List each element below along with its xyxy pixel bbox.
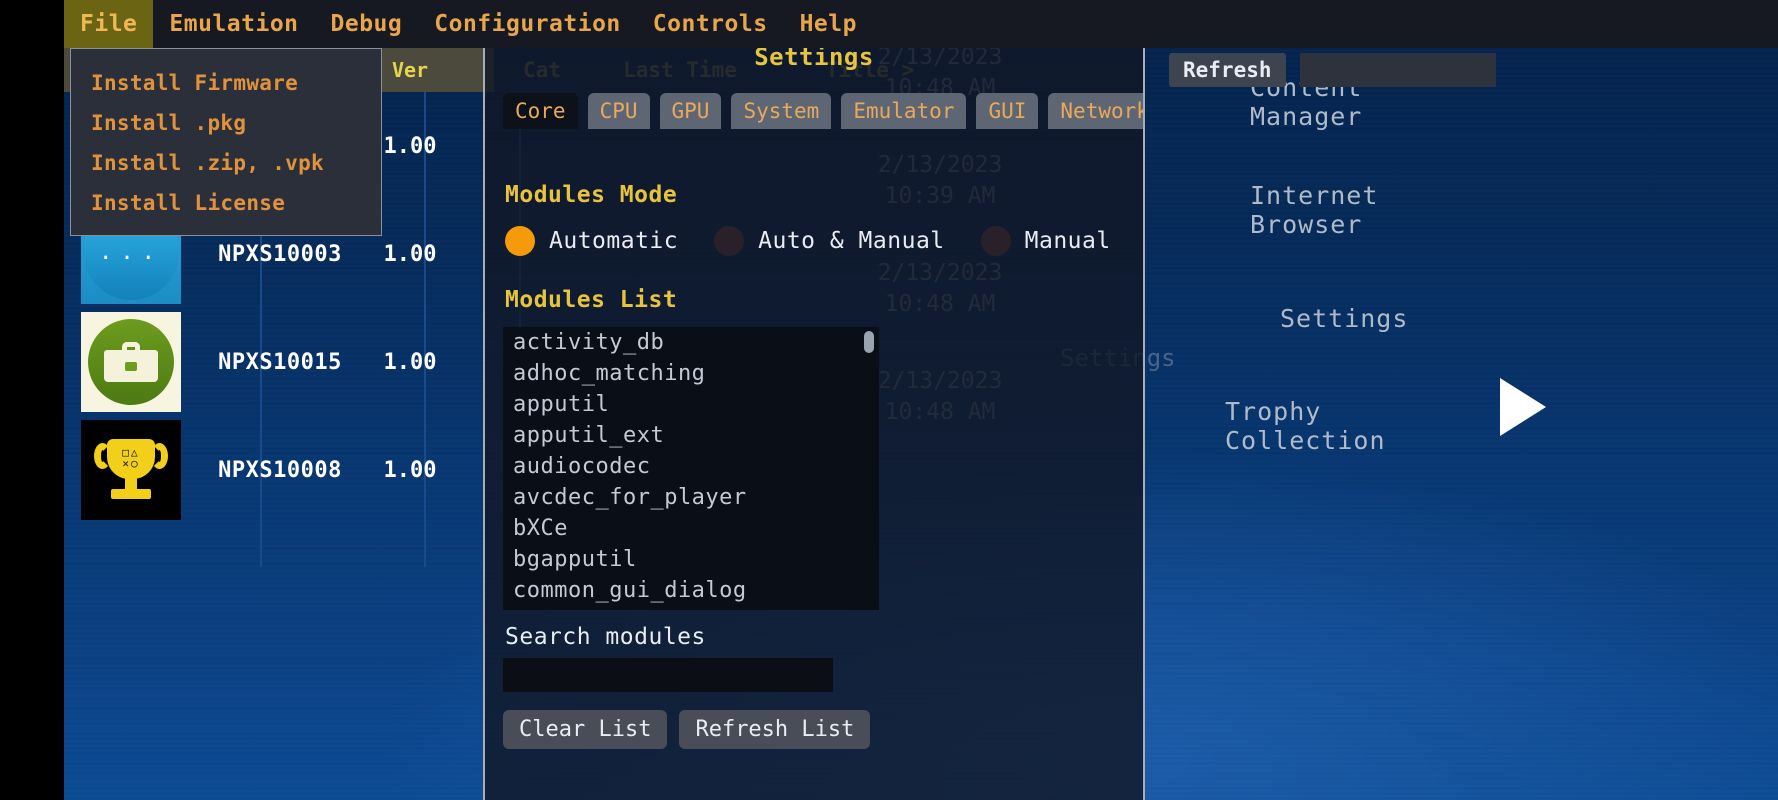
menu-emulation[interactable]: Emulation [153, 0, 314, 48]
modules-mode-radiogroup[interactable]: Automatic Auto & Manual Manual [505, 226, 1143, 256]
right-toolbar: Refresh [1145, 48, 1778, 92]
list-item[interactable]: adhoc_matching [503, 358, 879, 389]
tab-gpu[interactable]: GPU [659, 93, 722, 129]
settings-toolbox-icon [81, 312, 181, 412]
tab-emulator[interactable]: Emulator [841, 93, 967, 129]
game-title-id: NPXS10003 [218, 241, 342, 267]
menu-file[interactable]: File [64, 0, 154, 48]
game-version: 1.00 [383, 457, 437, 483]
radio-dot-icon [980, 226, 1011, 256]
modules-list[interactable]: activity_db adhoc_matching apputil apput… [503, 327, 879, 610]
tab-cpu[interactable]: CPU [587, 93, 650, 129]
letterbox-left [0, 0, 64, 800]
table-row[interactable]: □△ ✕○ NPXS10008 1.00 [64, 416, 494, 524]
radio-dot-icon [505, 226, 535, 256]
game-icon-cell[interactable] [64, 312, 198, 412]
menu-item-install-pkg[interactable]: Install .pkg [71, 103, 381, 143]
list-item[interactable]: audiocodec [503, 451, 879, 482]
radio-manual[interactable]: Manual [980, 226, 1111, 256]
list-item[interactable]: avcdec_for_player [503, 482, 879, 513]
game-search-input[interactable] [1299, 53, 1496, 87]
modules-list-label: Modules List [505, 287, 678, 313]
clear-list-button[interactable]: Clear List [503, 710, 668, 749]
list-item[interactable]: activity_db [503, 327, 879, 358]
list-item[interactable]: apputil [503, 389, 879, 420]
menubar[interactable]: File Emulation Debug Configuration Contr… [64, 0, 1778, 48]
modules-list-scrollbar[interactable] [863, 327, 875, 610]
tab-system[interactable]: System [731, 93, 832, 129]
game-title-id: NPXS10008 [218, 457, 342, 483]
game-version: 1.00 [383, 241, 437, 267]
search-modules-label: Search modules [505, 624, 706, 650]
menu-configuration[interactable]: Configuration [418, 0, 637, 48]
modules-mode-label: Modules Mode [505, 182, 678, 208]
list-item[interactable]: bXCe [503, 513, 879, 544]
radio-label: Automatic [549, 228, 679, 254]
refresh-list-button[interactable]: Refresh List [679, 710, 871, 749]
refresh-button[interactable]: Refresh [1169, 53, 1286, 87]
scrollbar-thumb[interactable] [864, 331, 874, 353]
settings-tabs[interactable]: Core CPU GPU System Emulator GUI Network [503, 93, 1143, 129]
radio-label: Auto & Manual [758, 228, 945, 254]
menu-debug[interactable]: Debug [315, 0, 419, 48]
trophy-icon: □△ ✕○ [81, 420, 181, 520]
menu-controls[interactable]: Controls [637, 0, 784, 48]
radio-label: Manual [1024, 228, 1111, 254]
menu-item-install-license[interactable]: Install License [71, 183, 381, 223]
file-menu-dropdown[interactable]: Install Firmware Install .pkg Install .z… [70, 48, 382, 236]
radio-auto-and-manual[interactable]: Auto & Manual [714, 226, 945, 256]
table-row[interactable]: NPXS10015 1.00 [64, 308, 494, 416]
tab-network[interactable]: Network [1048, 93, 1143, 129]
play-arrow-icon[interactable] [1500, 378, 1546, 436]
menu-item-install-zip-vpk[interactable]: Install .zip, .vpk [71, 143, 381, 183]
game-version: 1.00 [383, 349, 437, 375]
settings-dialog[interactable]: Settings Core CPU GPU System Emulator GU… [483, 44, 1145, 800]
list-item[interactable]: common_gui_dialog [503, 575, 879, 606]
settings-title: Settings [754, 44, 874, 71]
search-modules-input[interactable] [503, 658, 833, 692]
game-title-id: NPXS10015 [218, 349, 342, 375]
list-item[interactable]: bgapputil [503, 544, 879, 575]
tab-gui[interactable]: GUI [976, 93, 1039, 129]
radio-dot-icon [714, 226, 745, 256]
game-icon-cell[interactable]: □△ ✕○ [64, 420, 198, 520]
menu-help[interactable]: Help [784, 0, 873, 48]
list-item[interactable]: apputil_ext [503, 420, 879, 451]
settings-button-row[interactable]: Clear List Refresh List [503, 710, 871, 749]
menu-item-install-firmware[interactable]: Install Firmware [71, 63, 381, 103]
radio-automatic[interactable]: Automatic [505, 226, 678, 256]
tab-core[interactable]: Core [503, 93, 578, 129]
right-pane: Refresh [1145, 48, 1778, 800]
